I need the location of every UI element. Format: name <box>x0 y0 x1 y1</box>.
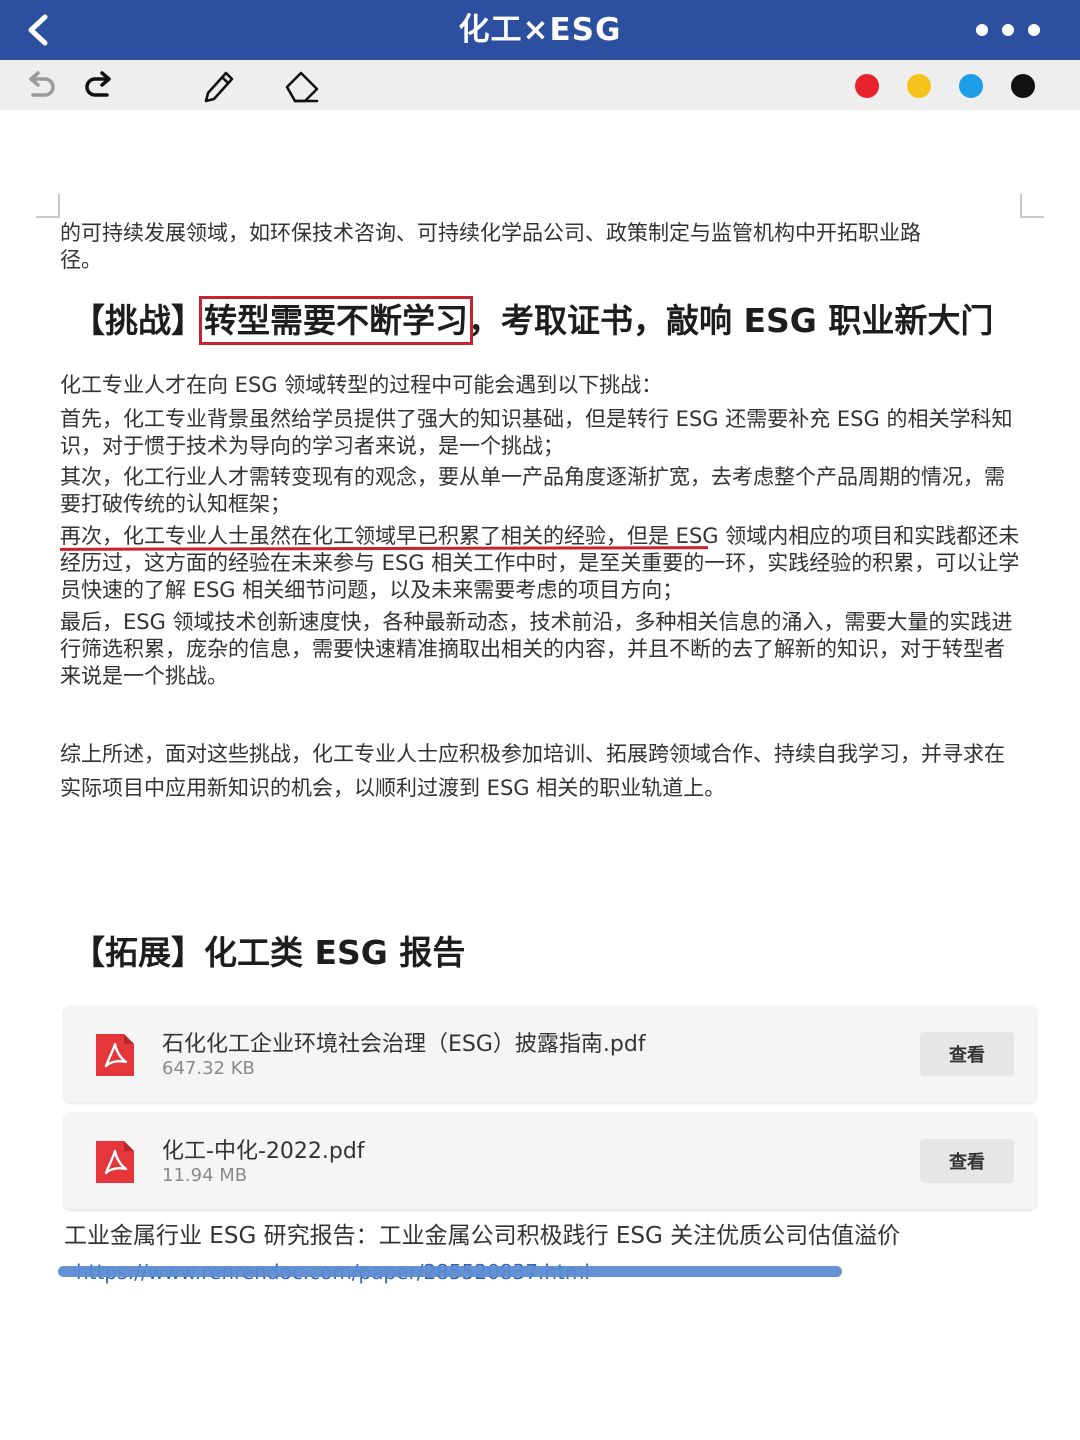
undo-button[interactable] <box>20 66 60 106</box>
challenge-2: 其次，化工行业人才需转变现有的观念，要从单一产品角度逐渐扩宽，去考虑整个产品周期… <box>60 465 1005 516</box>
view-file-button[interactable]: 查看 <box>920 1139 1014 1183</box>
more-dot-icon <box>1002 24 1014 36</box>
file-name: 石化化工企业环境社会治理（ESG）披露指南.pdf <box>162 1032 646 1057</box>
pdf-file-icon <box>96 1034 134 1076</box>
eraser-icon <box>285 71 319 103</box>
file-size: 647.32 KB <box>162 1058 255 1079</box>
extension-heading: 【拓展】化工类 ESG 报告 <box>72 933 466 972</box>
eraser-tool-button[interactable] <box>282 66 322 106</box>
challenge-4: 最后，ESG 领域技术创新速度快，各种最新动态，技术前沿，多种相关信息的涌入，需… <box>60 610 1013 688</box>
conclusion-paragraph: 综上所述，面对这些挑战，化工专业人士应积极参加培训、拓展跨领域合作、持续自我学习… <box>60 742 1005 800</box>
challenge-1: 首先，化工专业背景虽然给学员提供了强大的知识基础，但是转行 ESG 还需要补充 … <box>60 407 1013 458</box>
paragraph-intro: 的可持续发展领域，如环保技术咨询、可持续化学品公司、政策制定与监管机构中开拓职业… <box>60 220 1020 274</box>
heading-prefix: 【挑战】 <box>72 301 204 340</box>
pencil-tool-button[interactable] <box>198 66 238 106</box>
paragraph-line: 径。 <box>60 248 102 272</box>
color-red-swatch[interactable] <box>855 74 879 98</box>
challenge-3: 再次，化工专业人士虽然在化工领域早已积累了相关的经验，但是 ESG 领域内相应的… <box>60 524 1020 602</box>
document-page: 的可持续发展领域，如环保技术咨询、可持续化学品公司、政策制定与监管机构中开拓职业… <box>0 110 1080 1440</box>
heading-suffix: ，考取证书，敲响 ESG 职业新大门 <box>468 301 994 340</box>
pdf-file-icon <box>96 1141 134 1183</box>
redo-button[interactable] <box>80 66 120 106</box>
file-attachment[interactable]: 石化化工企业环境社会治理（ESG）披露指南.pdf 647.32 KB 查看 <box>64 1006 1036 1102</box>
paragraph-line: 的可持续发展领域，如环保技术咨询、可持续化学品公司、政策制定与监管机构中开拓职业… <box>60 221 921 245</box>
view-file-button[interactable]: 查看 <box>920 1032 1014 1076</box>
undo-icon <box>29 71 55 97</box>
file-name: 化工-中化-2022.pdf <box>162 1139 365 1164</box>
color-yellow-swatch[interactable] <box>907 74 931 98</box>
more-dot-icon <box>976 24 988 36</box>
page-corner-mark <box>1020 194 1044 218</box>
color-blue-swatch[interactable] <box>959 74 983 98</box>
file-attachment[interactable]: 化工-中化-2022.pdf 11.94 MB 查看 <box>64 1113 1036 1209</box>
more-dot-icon <box>1028 24 1040 36</box>
app-header: 化工×ESG <box>0 0 1080 60</box>
color-black-swatch[interactable] <box>1011 74 1035 98</box>
redo-icon <box>85 71 111 97</box>
report-title: 工业金属行业 ESG 研究报告：工业金属公司积极践行 ESG 关注优质公司估值溢… <box>64 1223 901 1249</box>
page-corner-mark <box>36 194 60 218</box>
app-title: 化工×ESG <box>458 12 622 48</box>
more-menu-button[interactable] <box>976 18 1040 42</box>
boxed-phrase: 转型需要不断学习 <box>199 296 473 345</box>
pencil-icon <box>204 71 234 103</box>
blue-strike-annotation <box>58 1266 842 1277</box>
challenge-heading: 【挑战】转型需要不断学习，考取证书，敲响 ESG 职业新大门 <box>72 294 994 345</box>
challenges-intro: 化工专业人才在向 ESG 领域转型的过程中可能会遇到以下挑战： <box>60 373 663 397</box>
file-size: 11.94 MB <box>162 1165 248 1186</box>
